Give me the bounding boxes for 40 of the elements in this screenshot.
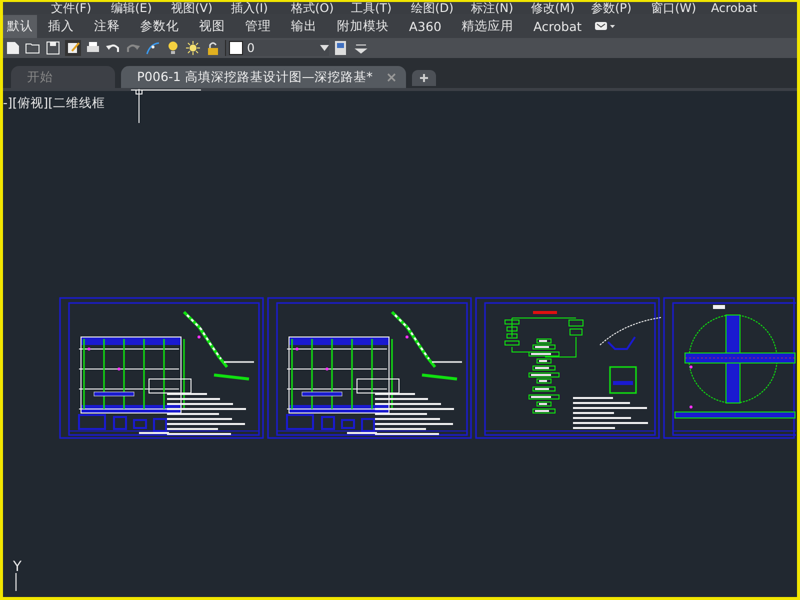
- menu-item[interactable]: 标注(N): [471, 2, 531, 14]
- ribbon-tab[interactable]: 默认: [3, 14, 37, 38]
- menu-item[interactable]: 工具(T): [351, 2, 411, 14]
- ribbon-tab[interactable]: 注释: [85, 14, 129, 38]
- polyline-icon[interactable]: [145, 40, 161, 56]
- close-icon[interactable]: [386, 72, 396, 82]
- ribbon-tab[interactable]: 视图: [190, 14, 234, 38]
- menu-item[interactable]: 格式(O): [291, 2, 351, 14]
- ribbon-tab[interactable]: 管理: [236, 14, 280, 38]
- ribbon-tab[interactable]: A360: [400, 16, 450, 36]
- padlock-icon[interactable]: [205, 40, 221, 56]
- menu-item[interactable]: 插入(I): [231, 2, 291, 14]
- menu-item[interactable]: Acrobat: [711, 2, 771, 14]
- viewport-label[interactable]: -][俯视][二维线框: [3, 95, 106, 112]
- ribbon-tab[interactable]: Acrobat: [524, 16, 591, 36]
- ribbon-tab[interactable]: 附加模块: [328, 14, 398, 38]
- menu-item[interactable]: 编辑(E): [111, 2, 171, 14]
- new-tab-button[interactable]: [412, 70, 436, 86]
- edit-icon[interactable]: [65, 40, 81, 56]
- document-tab[interactable]: P006-1 高填深挖路基设计图—深挖路基*: [121, 66, 406, 88]
- layer-properties-icon[interactable]: [333, 40, 349, 56]
- menu-item[interactable]: 绘图(D): [411, 2, 471, 14]
- axis-label: Y: [13, 559, 22, 575]
- ribbon-tab[interactable]: 输出: [282, 14, 326, 38]
- new-file-icon[interactable]: [5, 40, 21, 56]
- menu-item[interactable]: 参数(P): [591, 2, 651, 14]
- ucs-axis-icon: [15, 573, 17, 591]
- menu-item[interactable]: 文件(F): [51, 2, 111, 14]
- menu-item[interactable]: 修改(M): [531, 2, 591, 14]
- ribbon-tab[interactable]: 精选应用: [452, 14, 522, 38]
- menu-item[interactable]: 视图(V): [171, 2, 231, 14]
- menu-item[interactable]: 窗口(W): [651, 2, 711, 14]
- sun-icon[interactable]: [185, 40, 201, 56]
- layer-dropdown[interactable]: 0: [225, 40, 329, 56]
- save-icon[interactable]: [45, 40, 61, 56]
- caret-icon[interactable]: [320, 45, 329, 51]
- ribbon-tab[interactable]: 参数化: [131, 14, 188, 38]
- plus-icon: [418, 73, 429, 83]
- crosshair-cursor-icon: [131, 89, 201, 123]
- ribbon-tab[interactable]: 插入: [39, 14, 83, 38]
